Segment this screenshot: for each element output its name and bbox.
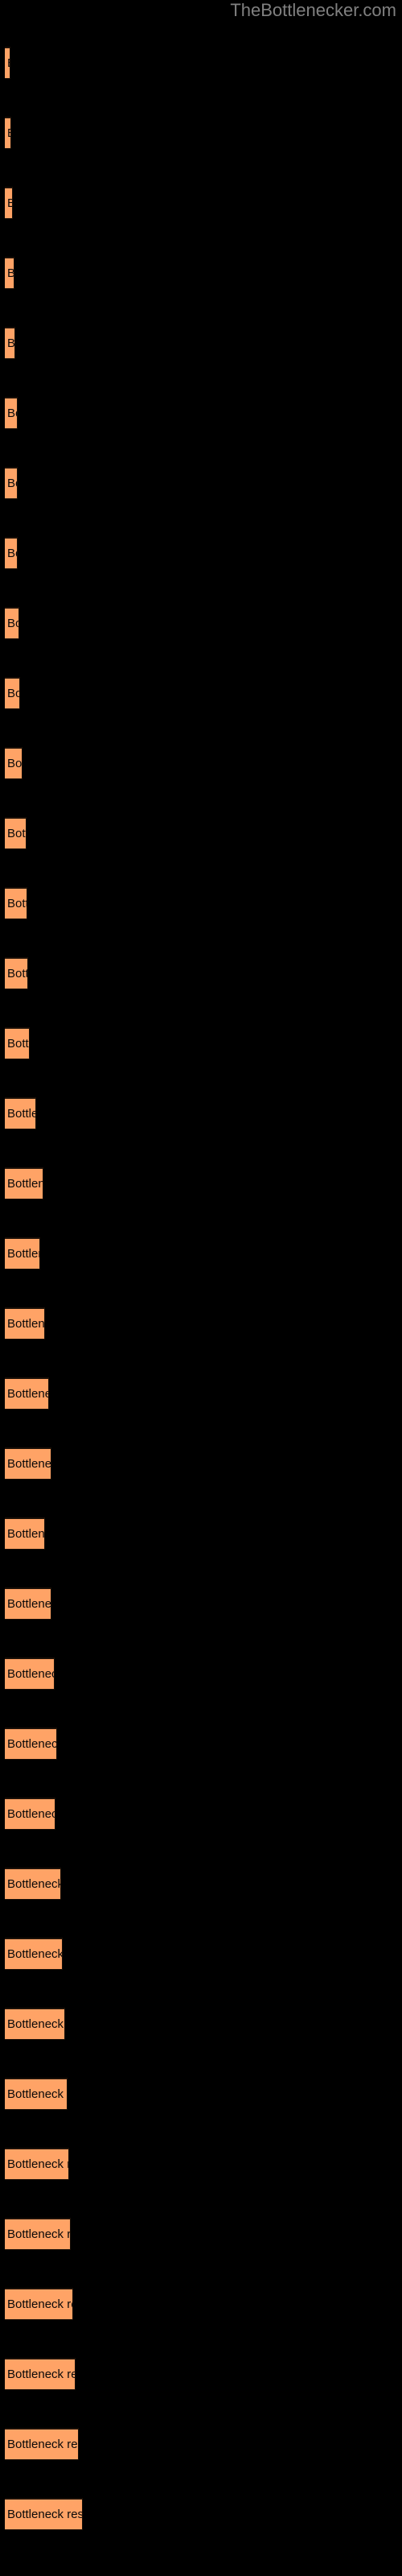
bar: Bottleneck result — [5, 2498, 83, 2530]
bar: Bottleneck result — [5, 1027, 30, 1059]
bar-label: Bottleneck result — [7, 687, 19, 700]
bar-label: Bottleneck result — [7, 336, 15, 350]
bar: Bottleneck result — [5, 2288, 73, 2320]
bar: Bottleneck result — [5, 1938, 63, 1970]
bar: Bottleneck result — [5, 1728, 57, 1760]
bar-label: Bottleneck result — [7, 2227, 71, 2241]
bar-label: Bottleneck result — [7, 1667, 54, 1681]
bar-label: Bottleneck result — [7, 1107, 35, 1121]
bar: Bottleneck result — [5, 1097, 36, 1129]
bar: Bottleneck result — [5, 1447, 51, 1480]
bar: Bottleneck result — [5, 2008, 65, 2040]
bar-label: Bottleneck result — [7, 1737, 57, 1751]
bar-label: Bottleneck result — [7, 1247, 39, 1261]
bar: Bottleneck result — [5, 2428, 79, 2460]
bar: Bottleneck result — [5, 2078, 68, 2110]
bar-label: Bottleneck result — [7, 2438, 78, 2451]
bar: Bottleneck result — [5, 117, 11, 149]
bar-label: Bottleneck result — [7, 2297, 72, 2311]
bar: Bottleneck result — [5, 47, 10, 79]
bar: Bottleneck result — [5, 1307, 45, 1340]
bar-label: Bottleneck result — [7, 757, 23, 770]
bar-label: Bottleneck result — [7, 477, 17, 490]
bar: Bottleneck result — [5, 887, 27, 919]
bar: Bottleneck result — [5, 2358, 76, 2390]
bar-label: Bottleneck result — [7, 2508, 83, 2521]
bar-label: Bottleneck result — [7, 897, 27, 910]
bar: Bottleneck result — [5, 2218, 71, 2250]
bar-label: Bottleneck result — [7, 1947, 63, 1961]
bar: Bottleneck result — [5, 257, 14, 289]
bar-chart-plot-area: Bottleneck result Bottleneck result Bottle… — [0, 0, 402, 2576]
bar-label: Bottleneck result — [7, 1177, 43, 1191]
bar-label: Bottleneck result — [7, 48, 10, 78]
bar-label: Bottleneck result — [7, 1877, 61, 1891]
bar: Bottleneck result — [5, 1237, 40, 1269]
bar: Bottleneck result — [5, 2148, 69, 2180]
chart-page: TheBottlenecker.com Bottleneck resultBot… — [0, 0, 402, 2576]
bar-label: Bottleneck result — [7, 2017, 64, 2031]
bar: Bottleneck result — [5, 1517, 45, 1550]
bar: Bottleneck result — [5, 1587, 51, 1620]
bar: Bottleneck result — [5, 1868, 61, 1900]
bar: Bottleneck result — [5, 537, 18, 569]
bar: Bottleneck result — [5, 1798, 55, 1830]
bar-label: Bottleneck result — [7, 258, 14, 288]
bar-label: Bottleneck result — [7, 1387, 48, 1401]
bar-label: Bottleneck result — [7, 1597, 51, 1611]
bar: Bottleneck result — [5, 607, 19, 639]
bar-label: Bottleneck result — [7, 2087, 67, 2101]
bar-label: Bottleneck result — [7, 188, 12, 218]
bar: Bottleneck result — [5, 1167, 43, 1199]
bar: Bottleneck result — [5, 467, 18, 499]
bar-label: Bottleneck result — [7, 1527, 45, 1541]
bar-label: Bottleneck result — [7, 2368, 75, 2381]
bar-label: Bottleneck result — [7, 617, 18, 630]
bar: Bottleneck result — [5, 187, 13, 219]
bar: Bottleneck result — [5, 747, 23, 779]
bar-label: Bottleneck result — [7, 967, 27, 980]
bar-label: Bottleneck result — [7, 547, 17, 560]
bar: Bottleneck result — [5, 817, 27, 849]
bar-label: Bottleneck result — [7, 1037, 30, 1051]
bar-label: Bottleneck result — [7, 1317, 45, 1331]
bar-label: Bottleneck result — [7, 2157, 68, 2171]
bar: Bottleneck result — [5, 327, 15, 359]
bar: Bottleneck result — [5, 397, 18, 429]
bar-label: Bottleneck result — [7, 118, 10, 148]
bar-label: Bottleneck result — [7, 1807, 55, 1821]
bar: Bottleneck result — [5, 957, 28, 989]
bar-label: Bottleneck result — [7, 1457, 51, 1471]
bar: Bottleneck result — [5, 1377, 49, 1410]
bar-label: Bottleneck result — [7, 827, 26, 840]
bar: Bottleneck result — [5, 677, 20, 709]
bar: Bottleneck result — [5, 1657, 55, 1690]
bar-label: Bottleneck result — [7, 407, 17, 420]
